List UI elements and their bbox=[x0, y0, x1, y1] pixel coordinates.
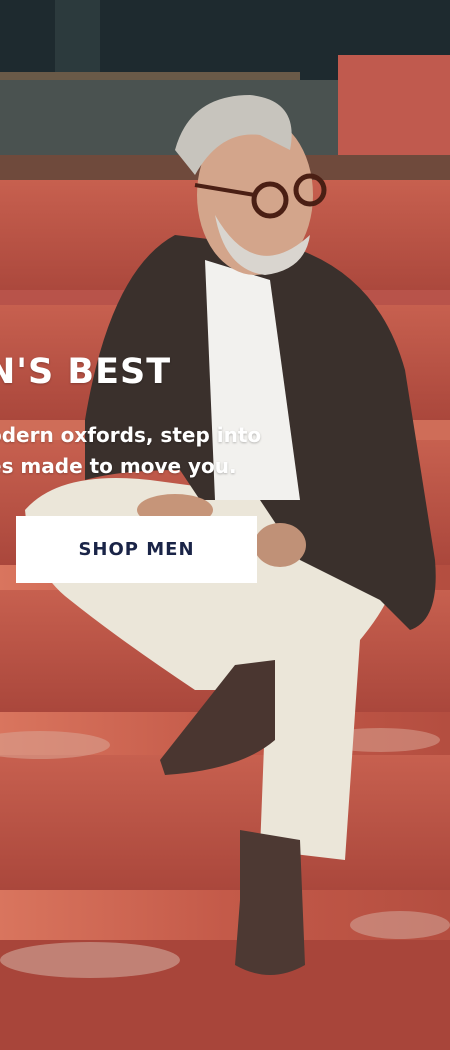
hero-banner: N'S BEST odern oxfords, step into es mad… bbox=[0, 0, 450, 1050]
hero-subcopy: odern oxfords, step into es made to move… bbox=[0, 420, 261, 482]
hero-subcopy-line-1: odern oxfords, step into bbox=[0, 423, 262, 447]
hero-headline: N'S BEST bbox=[0, 352, 172, 392]
shop-men-button[interactable]: SHOP MEN bbox=[16, 516, 257, 583]
hero-subcopy-line-2: es made to move you. bbox=[0, 454, 237, 478]
